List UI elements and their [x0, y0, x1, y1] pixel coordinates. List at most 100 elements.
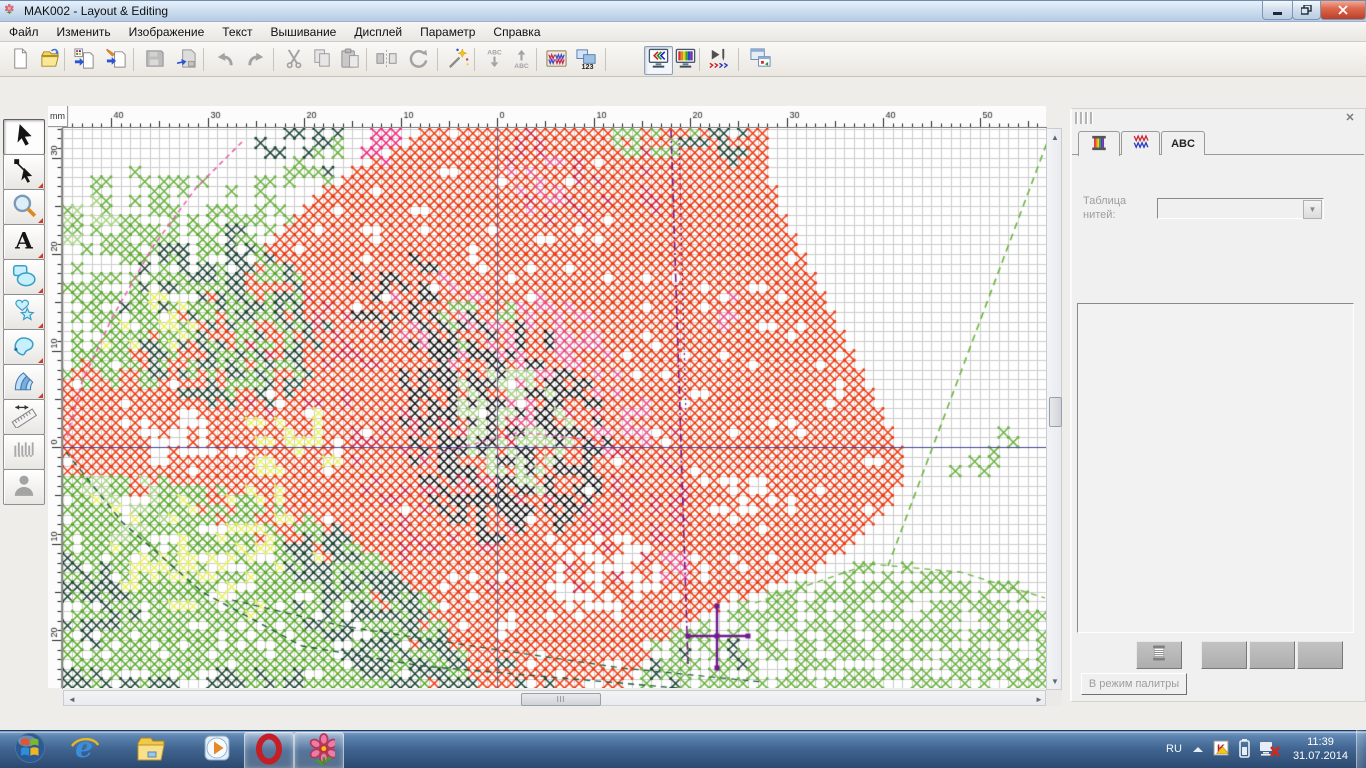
stitch-view-button[interactable]	[644, 46, 673, 75]
rotate-button[interactable]	[404, 46, 433, 75]
magic-wand-button[interactable]	[444, 46, 473, 75]
taskbar-pe-design[interactable]	[294, 732, 344, 768]
redo-button[interactable]	[242, 46, 271, 75]
horizontal-scroll-thumb[interactable]: lll	[521, 693, 601, 706]
taskbar-windows-explorer[interactable]	[128, 732, 174, 768]
flip-button[interactable]	[372, 46, 401, 75]
flyout-indicator	[38, 288, 43, 293]
scroll-up-arrow[interactable]: ▲	[1047, 129, 1063, 145]
ruler-unit-box: mm	[48, 106, 68, 127]
svg-text:e: e	[75, 732, 93, 764]
undo-button[interactable]	[210, 46, 239, 75]
tool-point-edit[interactable]	[3, 154, 45, 190]
toolbar-separator	[474, 48, 475, 71]
tool-measure[interactable]	[3, 399, 45, 435]
taskbar-start-button[interactable]	[4, 732, 56, 768]
language-indicator[interactable]: RU	[1166, 743, 1182, 755]
sewing-order-button[interactable]	[542, 46, 571, 75]
design-canvas[interactable]	[63, 128, 1046, 688]
menu-параметр[interactable]: Параметр	[411, 23, 484, 41]
scroll-down-arrow[interactable]: ▼	[1047, 673, 1063, 689]
horizontal-scrollbar[interactable]: ◄ ► lll	[63, 690, 1046, 706]
cut-button[interactable]	[280, 46, 309, 75]
menu-файл[interactable]: Файл	[0, 23, 48, 41]
realistic-view-button[interactable]	[671, 46, 700, 75]
battery-icon[interactable]	[1239, 739, 1251, 759]
copy-button[interactable]	[308, 46, 337, 75]
point-edit-icon	[11, 157, 37, 188]
tab-thread-colors[interactable]	[1078, 131, 1120, 156]
thread-swatch-button-3[interactable]	[1249, 641, 1295, 669]
copy-icon	[311, 47, 334, 75]
shapes-icon	[11, 262, 37, 293]
tab-text[interactable]: ABC	[1161, 131, 1205, 155]
tool-zoom[interactable]	[3, 189, 45, 225]
tool-shapes[interactable]	[3, 259, 45, 295]
clock[interactable]: 11:39 31.07.2014	[1293, 735, 1348, 763]
thread-swatch-button-4[interactable]	[1297, 641, 1343, 669]
tool-stitch-attributes[interactable]	[3, 434, 45, 470]
palette-mode-button[interactable]: В режим палитры	[1081, 673, 1187, 695]
menu-вышивание[interactable]: Вышивание	[261, 23, 345, 41]
thread-swatch-button-2[interactable]	[1201, 641, 1247, 669]
menu-изменить[interactable]: Изменить	[48, 23, 120, 41]
menu-изображение[interactable]: Изображение	[120, 23, 214, 41]
thread-table-combobox[interactable]: ▼	[1157, 198, 1324, 219]
kaspersky-icon[interactable]: K	[1213, 740, 1231, 758]
write-to-card-button[interactable]	[172, 46, 201, 75]
scroll-left-arrow[interactable]: ◄	[64, 691, 80, 707]
design-numbering-button[interactable]: 123	[572, 46, 601, 75]
tool-text[interactable]: A	[3, 224, 45, 260]
stitch-simulator-button[interactable]	[704, 46, 733, 75]
layout-window-button[interactable]	[746, 46, 775, 75]
tool-fan-stitch[interactable]	[3, 364, 45, 400]
menu-текст[interactable]: Текст	[213, 23, 261, 41]
minimize-button[interactable]	[1262, 1, 1293, 20]
design-numbering-icon: 123	[575, 47, 598, 75]
show-desktop-button[interactable]	[1356, 730, 1366, 768]
tool-freehand[interactable]	[3, 329, 45, 365]
hidden-icons-chevron-icon[interactable]	[1191, 744, 1205, 754]
flyout-indicator	[38, 253, 43, 258]
taskbar-media-player[interactable]	[194, 732, 240, 768]
close-button[interactable]	[1320, 1, 1366, 20]
toolbar-separator	[536, 48, 537, 71]
fan-stitch-icon	[11, 367, 37, 398]
open-file-button[interactable]	[36, 46, 65, 75]
save-button[interactable]	[140, 46, 169, 75]
windows-explorer-icon	[135, 732, 167, 768]
rotate-icon	[407, 47, 430, 75]
thread-swatch-button-1[interactable]	[1136, 641, 1182, 669]
panel-close-icon[interactable]: ✕	[1342, 110, 1358, 124]
taskbar-opera[interactable]	[244, 732, 294, 768]
taskbar-internet-explorer[interactable]: e	[62, 732, 108, 768]
restore-button[interactable]	[1292, 1, 1321, 20]
magic-wand-icon	[447, 47, 470, 75]
paste-button[interactable]	[336, 46, 365, 75]
text-arc-down-button[interactable]: ABC	[480, 46, 509, 75]
chevron-down-icon[interactable]: ▼	[1303, 200, 1322, 219]
image-to-stitch-button[interactable]	[102, 46, 131, 75]
vertical-scrollbar[interactable]: ▲ ▼	[1046, 128, 1062, 690]
menu-дисплей[interactable]: Дисплей	[345, 23, 411, 41]
flip-icon	[375, 47, 398, 75]
new-document-button[interactable]	[6, 46, 35, 75]
network-error-icon[interactable]	[1259, 739, 1281, 759]
toolbar-separator	[366, 48, 367, 71]
flyout-indicator	[38, 393, 43, 398]
tool-select[interactable]	[3, 119, 45, 155]
svg-text:123: 123	[581, 63, 593, 70]
scroll-right-arrow[interactable]: ►	[1031, 691, 1047, 707]
tab-stitch-list[interactable]	[1121, 131, 1160, 155]
zoom-icon	[11, 192, 37, 223]
flyout-indicator	[38, 218, 43, 223]
svg-text:ABC: ABC	[514, 63, 529, 70]
menu-справка[interactable]: Справка	[484, 23, 549, 41]
tool-star-heart[interactable]	[3, 294, 45, 330]
thread-list[interactable]	[1077, 303, 1354, 633]
text-arc-up-button[interactable]: ABC	[507, 46, 536, 75]
tool-mannequin[interactable]	[3, 469, 45, 505]
panel-grip[interactable]	[1075, 112, 1093, 124]
vertical-scroll-thumb[interactable]	[1049, 397, 1062, 427]
import-design-button[interactable]	[70, 46, 99, 75]
